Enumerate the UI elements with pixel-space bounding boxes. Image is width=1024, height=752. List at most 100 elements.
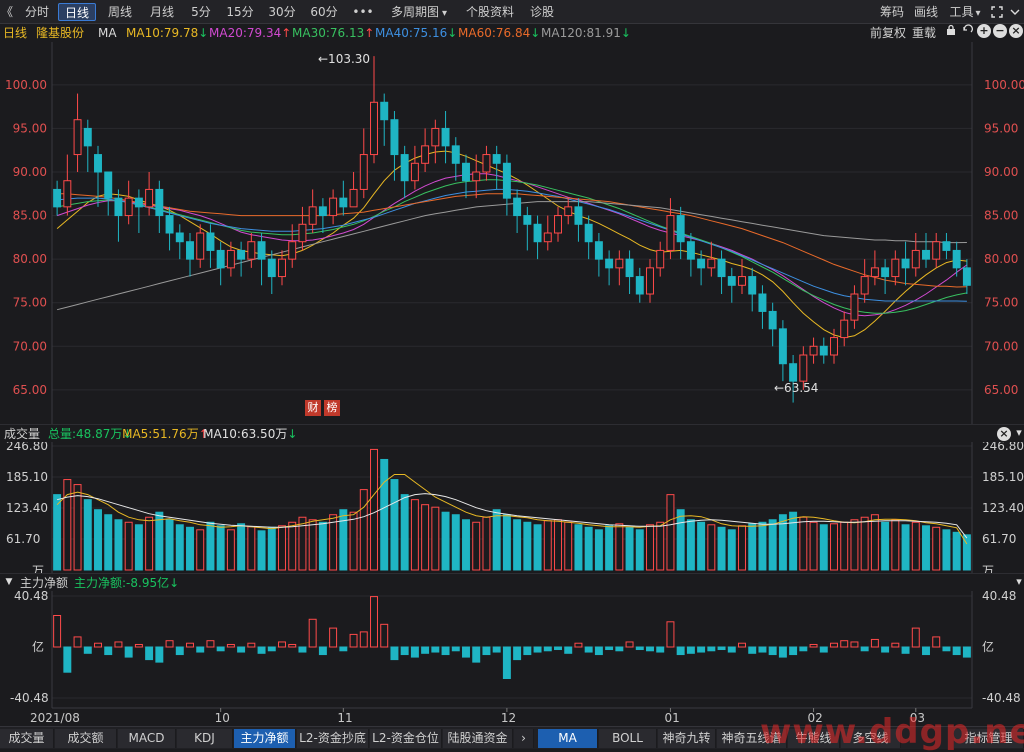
price-axis-label-right: 100.00	[984, 78, 1024, 92]
zoom-out-icon[interactable]: −	[993, 24, 1007, 38]
ma-items-item: MA20:79.34↑	[209, 24, 291, 42]
price-high-label: ←103.30	[318, 52, 371, 66]
diagnose-button[interactable]: 诊股	[524, 3, 560, 21]
chips-button[interactable]: 筹码	[876, 3, 908, 21]
capital-bar	[727, 646, 736, 653]
tab-kdj[interactable]: KDJ	[177, 729, 233, 748]
price-axis-label-right: 65.00	[984, 383, 1018, 397]
candle-body	[768, 310, 777, 330]
candle-body	[881, 267, 890, 278]
candle-body	[73, 119, 82, 156]
volume-bar	[257, 530, 266, 571]
volume-axis-label-right: 61.70	[982, 532, 1016, 546]
ma-label[interactable]: MA	[98, 24, 117, 42]
capital-bar	[206, 640, 215, 648]
candle-body	[799, 354, 808, 382]
tab-weekly[interactable]: 周线	[101, 3, 139, 21]
candle-body	[758, 293, 767, 312]
tab-main-capital[interactable]: 主力净额	[234, 729, 296, 748]
volume-bar	[952, 531, 961, 571]
tab-5min[interactable]: 5分	[185, 3, 217, 21]
capital-bar	[63, 646, 72, 673]
candle-body	[134, 197, 143, 208]
chevron-down-icon[interactable]: ▾	[1012, 426, 1024, 440]
volume-bar	[697, 521, 706, 571]
settings-icon[interactable]	[1008, 3, 1022, 21]
volume-bar	[63, 479, 72, 571]
caret-down-icon[interactable]: ▼	[2, 575, 16, 589]
candle-body	[809, 345, 818, 356]
candle-body	[186, 241, 194, 260]
candle-body	[400, 154, 409, 182]
volume-bar	[666, 494, 675, 571]
chevron-right-icon[interactable]: ›	[514, 729, 534, 748]
tab-macd[interactable]: MACD	[118, 729, 176, 748]
chevron-down-icon[interactable]: ▾	[1012, 575, 1024, 589]
volume-bar	[370, 448, 378, 571]
kline-chart[interactable]: 100.00 100.00 95.00 95.00 90.00 90.00 85.00 85.…	[0, 42, 1024, 726]
multi-period-button[interactable]: 多周期图 ▾	[384, 3, 454, 21]
tab-magic-nine[interactable]: 神奇九转	[658, 729, 716, 748]
zoom-in-icon[interactable]: +	[977, 24, 991, 38]
candlesticks	[53, 56, 971, 403]
volume-bar	[819, 524, 828, 571]
capital-title[interactable]: 主力净额	[20, 574, 68, 592]
tools-button[interactable]: 工具 ▾	[944, 3, 986, 21]
tab-daily[interactable]: 日线	[58, 3, 96, 21]
finance-badge[interactable]: 财	[305, 400, 321, 416]
capital-bar	[656, 646, 665, 653]
capital-bar	[502, 646, 511, 679]
tab-volume[interactable]: 成交量	[0, 729, 54, 748]
volume-bar	[83, 499, 92, 571]
capital-bar	[257, 646, 266, 654]
capital-bar	[462, 646, 470, 658]
candle-body	[891, 258, 900, 278]
forward-adjust-button[interactable]: 前复权	[870, 24, 906, 42]
volume-title[interactable]: 成交量	[4, 425, 40, 443]
tab-intraday[interactable]: 分时	[20, 3, 54, 21]
tab-15min[interactable]: 15分	[221, 3, 259, 21]
tab-ma[interactable]: MA	[538, 729, 598, 748]
stock-profile-button[interactable]: 个股资料	[460, 3, 520, 21]
tab-turnover[interactable]: 成交额	[55, 729, 117, 748]
tab-l2-bottom-fishing[interactable]: L2-资金抄底	[297, 729, 369, 748]
candle-body	[349, 188, 358, 208]
draw-line-button[interactable]: 画线	[910, 3, 942, 21]
fullscreen-icon[interactable]	[990, 3, 1004, 21]
tab-northbound-capital[interactable]: 陆股通资金	[443, 729, 513, 748]
volume-bar	[155, 511, 164, 571]
volume-bar	[870, 514, 879, 571]
candle-body	[124, 197, 133, 217]
tools-label: 工具	[949, 5, 974, 19]
capital-bar	[635, 646, 644, 651]
reload-button[interactable]: 重载	[912, 24, 936, 42]
capital-bar	[308, 618, 317, 648]
more-periods-button[interactable]: •••	[349, 3, 377, 21]
volume-bar	[216, 525, 225, 571]
candle-body	[308, 206, 317, 225]
volume-bar	[758, 521, 767, 571]
capital-bar	[410, 646, 419, 658]
lock-icon[interactable]	[944, 24, 958, 38]
price-axis-label-left: 100.00	[5, 78, 47, 92]
volume-bar	[625, 526, 634, 571]
candle-body	[462, 162, 470, 182]
candle-body	[932, 241, 941, 260]
stock-name[interactable]: 隆基股份	[36, 24, 84, 42]
tab-boll[interactable]: BOLL	[599, 729, 657, 748]
ranking-badge[interactable]: 榜	[324, 400, 340, 416]
tab-30min[interactable]: 30分	[263, 3, 301, 21]
capital-bar	[237, 646, 246, 653]
capital-bar	[318, 646, 327, 656]
back-icon[interactable]: 《	[0, 3, 14, 21]
volume-bar	[196, 529, 205, 571]
volume-bar	[349, 511, 358, 571]
undo-icon[interactable]	[960, 24, 974, 38]
tab-60min[interactable]: 60分	[305, 3, 343, 21]
close-icon[interactable]: ×	[997, 427, 1011, 441]
tab-l2-position[interactable]: L2-资金仓位	[370, 729, 442, 748]
capital-axis-bottom-right: -40.48	[982, 691, 1021, 705]
close-icon[interactable]: ×	[1009, 24, 1023, 38]
tab-monthly[interactable]: 月线	[143, 3, 181, 21]
volume-axis-label-left: 61.70	[6, 532, 40, 546]
